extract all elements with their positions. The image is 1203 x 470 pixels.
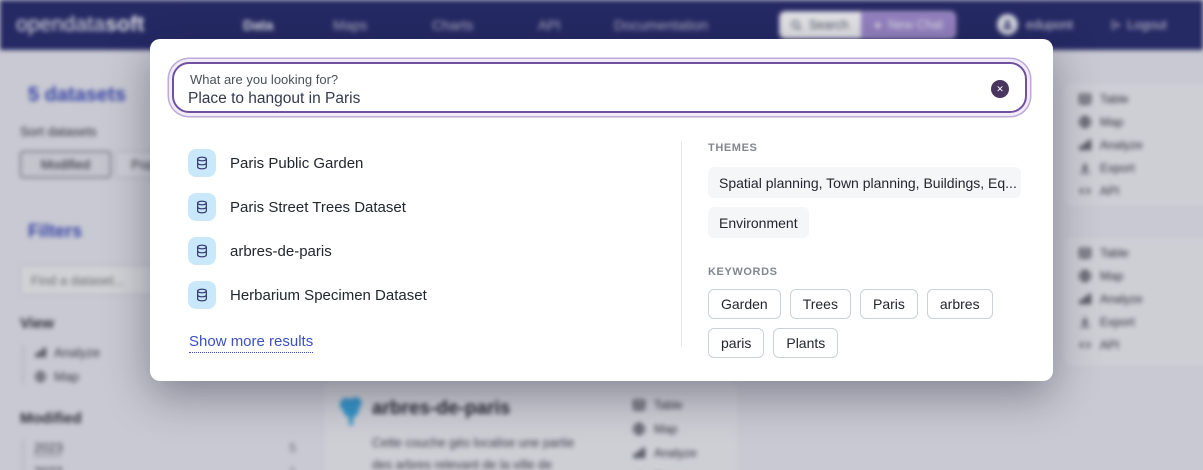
dataset-icon-badge <box>188 237 216 265</box>
dataset-icon-badge <box>188 281 216 309</box>
show-more-results-link[interactable]: Show more results <box>189 333 313 353</box>
keyword-chip-plants[interactable]: Plants <box>773 328 838 358</box>
search-modal: What are you looking for? ✕ Paris Public… <box>150 39 1053 381</box>
result-item-herbarium-specimen[interactable]: Herbarium Specimen Dataset <box>188 281 427 309</box>
dataset-icon-badge <box>188 193 216 221</box>
keywords-section-label: KEYWORDS <box>708 266 778 278</box>
page: opendatasoft Data Maps Charts API Docume… <box>0 0 1203 470</box>
result-label: Paris Public Garden <box>230 155 363 172</box>
close-icon: ✕ <box>996 84 1004 95</box>
theme-chip-spatial-planning[interactable]: Spatial planning, Town planning, Buildin… <box>708 167 1021 198</box>
theme-chip-environment[interactable]: Environment <box>708 207 809 238</box>
result-label: arbres-de-paris <box>230 243 332 260</box>
modal-divider <box>681 141 682 347</box>
keyword-chip-paris-lower[interactable]: paris <box>708 328 764 358</box>
search-field-label: What are you looking for? <box>190 72 338 87</box>
result-label: Herbarium Specimen Dataset <box>230 287 427 304</box>
themes-section-label: THEMES <box>708 142 757 154</box>
result-item-arbres-de-paris[interactable]: arbres-de-paris <box>188 237 332 265</box>
modal-search-field[interactable]: What are you looking for? ✕ <box>172 62 1027 113</box>
keyword-chip-garden[interactable]: Garden <box>708 289 781 319</box>
result-label: Paris Street Trees Dataset <box>230 199 406 216</box>
keywords-list: Garden Trees Paris arbres paris Plants <box>708 289 1030 358</box>
dataset-icon-badge <box>188 149 216 177</box>
search-input[interactable] <box>188 90 968 108</box>
keyword-chip-trees[interactable]: Trees <box>790 289 851 319</box>
result-item-paris-street-trees[interactable]: Paris Street Trees Dataset <box>188 193 406 221</box>
clear-search-button[interactable]: ✕ <box>991 80 1009 98</box>
result-item-paris-public-garden[interactable]: Paris Public Garden <box>188 149 363 177</box>
keyword-chip-paris[interactable]: Paris <box>860 289 918 319</box>
keyword-chip-arbres[interactable]: arbres <box>927 289 993 319</box>
